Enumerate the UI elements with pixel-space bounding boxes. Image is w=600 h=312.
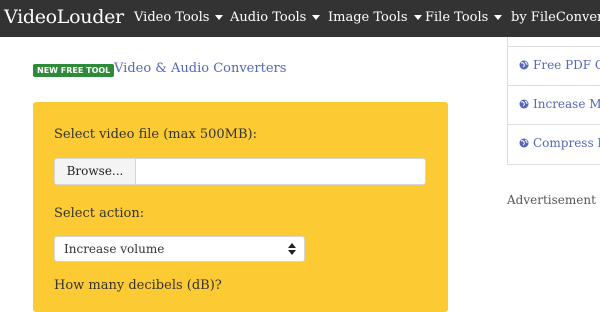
nav-audio-tools-label: Audio Tools <box>230 10 307 25</box>
sidebar-item-increase-mp3[interactable]: Increase MP3 <box>508 85 600 124</box>
caret-down-icon <box>413 15 422 20</box>
file-input[interactable]: Browse... <box>54 158 426 185</box>
sidebar-item-free-pdf-text: Free PDF Con <box>519 58 600 72</box>
globe-icon <box>519 99 529 109</box>
nav-file-tools-label: File Tools <box>425 10 489 25</box>
sidebar-item-compress-image-text: Compress Im <box>519 136 600 150</box>
file-select-label: Select video file (max 500MB): <box>54 127 257 142</box>
top-navbar: VideoLouder Video Tools Audio Tools Imag… <box>0 0 600 37</box>
nav-image-tools-label: Image Tools <box>328 10 408 25</box>
brand-logo[interactable]: VideoLouder <box>4 6 124 28</box>
action-select-value: Increase volume <box>64 242 165 256</box>
caret-down-icon <box>215 15 224 20</box>
browse-button[interactable]: Browse... <box>55 159 136 184</box>
caret-down-icon <box>312 15 321 20</box>
related-tools-list: Free PDF Con Increase MP3 Compress Im <box>507 37 600 165</box>
advertisement-label: Advertisement <box>507 193 596 207</box>
action-label: Select action: <box>54 206 145 221</box>
converters-link[interactable]: Video & Audio Converters <box>114 61 286 76</box>
caret-down-icon <box>494 15 503 20</box>
new-tool-badge: NEW FREE TOOL <box>33 64 115 77</box>
sidebar-item-label: Free PDF Con <box>533 58 600 72</box>
sidebar-item-compress-image[interactable]: Compress Im <box>508 124 600 163</box>
nav-audio-tools[interactable]: Audio Tools <box>230 10 321 25</box>
nav-file-tools[interactable]: File Tools <box>425 10 503 25</box>
nav-video-tools[interactable]: Video Tools <box>134 10 224 25</box>
sidebar-item-increase-mp3-text: Increase MP3 <box>519 97 600 111</box>
nav-video-tools-label: Video Tools <box>134 10 210 25</box>
select-arrows-icon <box>288 243 296 255</box>
decibels-label: How many decibels (dB)? <box>54 278 222 293</box>
sidebar-item-label: Increase MP3 <box>533 97 600 111</box>
nav-fileconverto-label: by FileConverto <box>511 10 600 25</box>
nav-image-tools[interactable]: Image Tools <box>328 10 422 25</box>
sidebar-item-free-pdf[interactable]: Free PDF Con <box>508 46 600 85</box>
action-select[interactable]: Increase volume <box>54 236 305 262</box>
sidebar-item-label: Compress Im <box>533 136 600 150</box>
globe-icon <box>519 138 529 148</box>
nav-fileconverto[interactable]: by FileConverto <box>511 10 600 25</box>
globe-icon <box>519 60 529 70</box>
